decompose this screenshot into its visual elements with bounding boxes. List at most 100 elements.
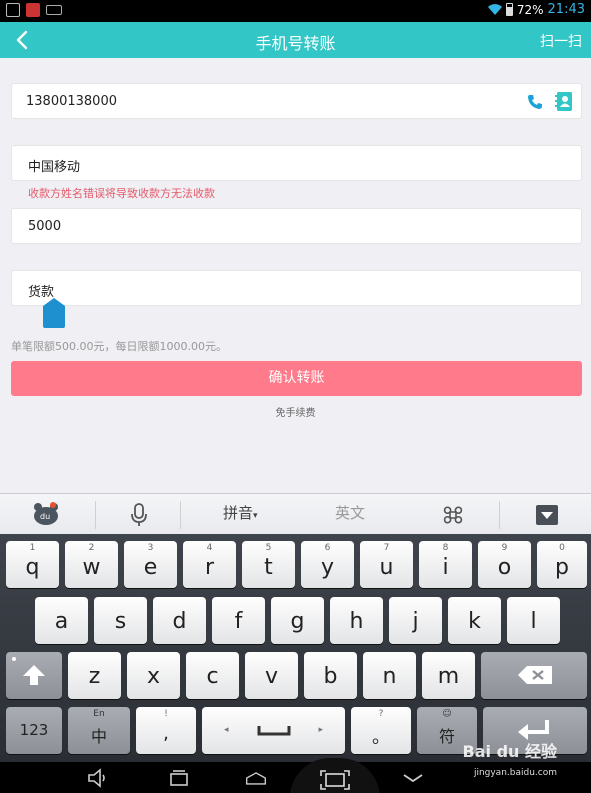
- key-letter: k: [468, 609, 481, 634]
- key-letter: d: [172, 609, 187, 634]
- period-label: 。: [372, 727, 390, 748]
- svg-text:du: du: [40, 512, 50, 521]
- key-u[interactable]: 7u: [360, 541, 413, 588]
- key-letter: u: [379, 555, 394, 580]
- hide-keyboard-icon[interactable]: [535, 504, 559, 526]
- space-key[interactable]: ◂ ▸: [202, 707, 345, 754]
- key-m[interactable]: m: [422, 652, 475, 699]
- key-letter: s: [114, 609, 127, 634]
- emoji-hint-icon: ☺: [442, 709, 452, 719]
- wifi-icon: [487, 4, 502, 15]
- microphone-icon[interactable]: [130, 503, 148, 527]
- comma-hint: !: [164, 709, 168, 719]
- key-letter: e: [143, 555, 158, 580]
- notification-icons: [6, 3, 62, 17]
- key-e[interactable]: 3e: [124, 541, 177, 588]
- amount-field[interactable]: 5000: [11, 208, 582, 244]
- english-mode-button[interactable]: 英文: [335, 502, 365, 523]
- amount-value: 5000: [28, 219, 62, 234]
- name-warning-text: 收款方姓名错误将导致收款方无法收款: [28, 187, 215, 200]
- key-b[interactable]: b: [304, 652, 357, 699]
- key-number-hint: 1: [29, 543, 36, 553]
- key-a[interactable]: a: [35, 597, 88, 644]
- key-k[interactable]: k: [448, 597, 501, 644]
- key-l[interactable]: l: [507, 597, 560, 644]
- pinyin-mode-button[interactable]: 拼音▾: [223, 502, 258, 523]
- language-hint: En: [93, 709, 105, 719]
- transfer-limit-text: 单笔限额500.00元，每日限额1000.00元。: [11, 340, 227, 353]
- key-d[interactable]: d: [153, 597, 206, 644]
- remark-field[interactable]: 货款: [11, 270, 582, 306]
- key-g[interactable]: g: [271, 597, 324, 644]
- key-number-hint: 6: [324, 543, 331, 553]
- phone-icon[interactable]: [527, 94, 543, 110]
- key-s[interactable]: s: [94, 597, 147, 644]
- scan-button[interactable]: 扫一扫: [540, 31, 582, 51]
- key-letter: m: [437, 664, 460, 689]
- key-letter: b: [323, 664, 338, 689]
- status-indicators: 72% 21:43: [487, 2, 585, 17]
- key-h[interactable]: h: [330, 597, 383, 644]
- key-number-hint: 7: [383, 543, 390, 553]
- key-x[interactable]: x: [127, 652, 180, 699]
- backspace-key[interactable]: [481, 652, 587, 699]
- phone-number-value: 13800138000: [26, 94, 117, 109]
- toolbar-divider: [180, 501, 181, 529]
- key-z[interactable]: z: [68, 652, 121, 699]
- key-number-hint: 2: [88, 543, 95, 553]
- toolbar-divider: [95, 501, 96, 529]
- dropdown-caret-icon: ▾: [253, 511, 258, 521]
- numbers-key[interactable]: 123: [6, 707, 62, 754]
- key-letter: y: [320, 555, 335, 580]
- contacts-book-icon[interactable]: [555, 91, 573, 112]
- watermark-url: jingyan.baidu.com: [473, 768, 557, 778]
- volume-down-icon[interactable]: [87, 768, 109, 788]
- key-letter: o: [497, 555, 512, 580]
- key-letter: z: [88, 664, 101, 689]
- key-f[interactable]: f: [212, 597, 265, 644]
- app-screen: 72% 21:43 手机号转账 扫一扫 13800138000 中国移动 收款方…: [0, 0, 591, 793]
- key-c[interactable]: c: [186, 652, 239, 699]
- key-n[interactable]: n: [363, 652, 416, 699]
- app-notification-icon: [26, 3, 40, 17]
- key-o[interactable]: 9o: [478, 541, 531, 588]
- comma-key[interactable]: ! ,: [136, 707, 196, 754]
- status-bar: 72% 21:43: [0, 0, 591, 22]
- confirm-transfer-button[interactable]: 确认转账: [11, 361, 582, 396]
- app-header: 手机号转账 扫一扫: [0, 22, 591, 58]
- key-p[interactable]: 0p: [537, 541, 587, 588]
- clock: 21:43: [547, 2, 585, 17]
- shift-key[interactable]: [6, 652, 62, 699]
- phone-number-field[interactable]: 13800138000: [11, 83, 582, 119]
- key-i[interactable]: 8i: [419, 541, 472, 588]
- text-cursor-handle-icon[interactable]: [43, 298, 65, 328]
- backspace-icon: [518, 666, 552, 684]
- key-letter: j: [412, 609, 419, 634]
- key-j[interactable]: j: [389, 597, 442, 644]
- key-letter: l: [530, 609, 537, 634]
- language-label: 中: [90, 727, 107, 746]
- comma-label: ,: [163, 723, 169, 744]
- back-chevron-icon[interactable]: [402, 768, 424, 788]
- command-key-icon[interactable]: [443, 505, 463, 525]
- recent-apps-icon[interactable]: [168, 768, 190, 788]
- key-letter: q: [25, 555, 40, 580]
- home-icon[interactable]: [245, 768, 267, 788]
- key-w[interactable]: 2w: [65, 541, 118, 588]
- key-letter: c: [206, 664, 219, 689]
- key-r[interactable]: 4r: [183, 541, 236, 588]
- language-switch-key[interactable]: En 中: [68, 707, 130, 754]
- payee-name-field[interactable]: 中国移动: [11, 145, 582, 181]
- page-title: 手机号转账: [255, 34, 336, 53]
- key-y[interactable]: 6y: [301, 541, 354, 588]
- screenshot-icon[interactable]: [320, 770, 350, 790]
- period-key[interactable]: ? 。: [351, 707, 411, 754]
- key-t[interactable]: 5t: [242, 541, 295, 588]
- key-v[interactable]: v: [245, 652, 298, 699]
- baidu-ime-logo-icon[interactable]: du: [33, 502, 59, 526]
- key-number-hint: 5: [265, 543, 272, 553]
- key-number-hint: 3: [147, 543, 154, 553]
- shift-arrow-icon: [23, 665, 45, 685]
- space-bar-icon: [257, 726, 291, 736]
- key-q[interactable]: 1q: [6, 541, 59, 588]
